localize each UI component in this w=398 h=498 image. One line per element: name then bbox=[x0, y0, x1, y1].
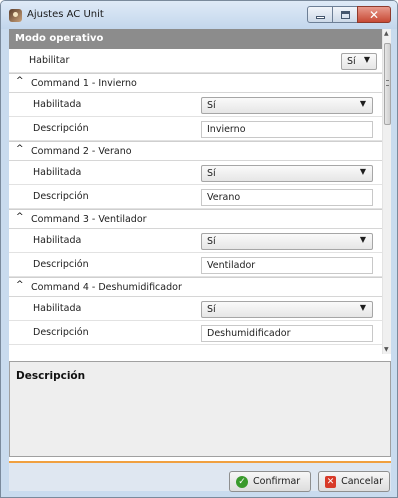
settings-window: Ajustes AC Unit ✕ Modo operativo Habilit… bbox=[0, 0, 398, 498]
property-grid: Modo operativo Habilitar Sí ▼ ^ Command … bbox=[9, 29, 391, 354]
habilitar-value: Sí bbox=[347, 56, 356, 67]
category-title: Command 2 - Verano bbox=[31, 146, 132, 157]
category-command-5-partial[interactable] bbox=[9, 345, 382, 354]
close-square-icon: ✕ bbox=[325, 475, 337, 488]
chevron-down-icon: ▼ bbox=[359, 167, 366, 176]
collapse-caret-icon: ^ bbox=[16, 280, 24, 290]
confirm-label: Confirmar bbox=[253, 476, 301, 487]
chevron-down-icon: ▼ bbox=[359, 99, 366, 108]
select-value: Sí bbox=[207, 168, 216, 179]
description-title: Descripción bbox=[16, 370, 86, 382]
habilitada-label: Habilitada bbox=[33, 303, 82, 314]
command-1-descripcion-row: Descripción Invierno bbox=[9, 117, 382, 141]
command-4-descripcion-input[interactable]: Deshumidificador bbox=[201, 325, 373, 342]
close-button[interactable]: ✕ bbox=[357, 6, 391, 23]
input-value: Deshumidificador bbox=[207, 328, 291, 339]
category-title: Command 1 - Invierno bbox=[31, 78, 137, 89]
input-value: Invierno bbox=[207, 124, 246, 135]
command-1-habilitada-select[interactable]: Sí ▼ bbox=[201, 97, 373, 114]
minimize-icon bbox=[316, 16, 325, 19]
command-4-habilitada-row: Habilitada Sí ▼ bbox=[9, 297, 382, 321]
property-grid-content: Modo operativo Habilitar Sí ▼ ^ Command … bbox=[9, 29, 382, 354]
collapse-caret-icon: ^ bbox=[16, 212, 24, 222]
habilitada-label: Habilitada bbox=[33, 235, 82, 246]
command-1-habilitada-row: Habilitada Sí ▼ bbox=[9, 93, 382, 117]
collapse-caret-icon: ^ bbox=[16, 144, 24, 154]
maximize-button[interactable] bbox=[332, 6, 358, 23]
select-value: Sí bbox=[207, 304, 216, 315]
window-title: Ajustes AC Unit bbox=[27, 9, 104, 20]
command-1-descripcion-input[interactable]: Invierno bbox=[201, 121, 373, 138]
habilitada-label: Habilitada bbox=[33, 167, 82, 178]
select-value: Sí bbox=[207, 100, 216, 111]
descripcion-label: Descripción bbox=[33, 191, 89, 202]
category-command-4[interactable]: ^ Command 4 - Deshumidificador bbox=[9, 277, 382, 297]
descripcion-label: Descripción bbox=[33, 259, 89, 270]
vertical-scrollbar[interactable]: ▲ ▼ bbox=[382, 29, 391, 354]
modo-operativo-header: Modo operativo bbox=[9, 29, 382, 49]
command-3-descripcion-input[interactable]: Ventilador bbox=[201, 257, 373, 274]
command-4-habilitada-select[interactable]: Sí ▼ bbox=[201, 301, 373, 318]
habilitada-label: Habilitada bbox=[33, 99, 82, 110]
maximize-icon bbox=[341, 11, 350, 19]
command-3-descripcion-row: Descripción Ventilador bbox=[9, 253, 382, 277]
grip-icon bbox=[386, 80, 389, 86]
app-icon bbox=[9, 9, 22, 22]
button-bar: ✓ Confirmar ✕ Cancelar bbox=[9, 461, 391, 492]
category-title: Command 3 - Ventilador bbox=[31, 214, 147, 225]
category-command-1[interactable]: ^ Command 1 - Invierno bbox=[9, 73, 382, 93]
minimize-button[interactable] bbox=[307, 6, 333, 23]
command-2-habilitada-row: Habilitada Sí ▼ bbox=[9, 161, 382, 185]
cancel-label: Cancelar bbox=[341, 476, 383, 487]
confirm-button[interactable]: ✓ Confirmar bbox=[229, 471, 311, 492]
habilitar-label: Habilitar bbox=[29, 55, 70, 66]
cancel-button[interactable]: ✕ Cancelar bbox=[318, 471, 390, 492]
habilitar-select[interactable]: Sí ▼ bbox=[341, 53, 377, 70]
input-value: Ventilador bbox=[207, 260, 256, 271]
chevron-down-icon: ▼ bbox=[359, 235, 366, 244]
scroll-up-icon[interactable]: ▲ bbox=[384, 30, 389, 37]
category-title: Command 4 - Deshumidificador bbox=[31, 282, 182, 293]
command-3-habilitada-select[interactable]: Sí ▼ bbox=[201, 233, 373, 250]
check-circle-icon: ✓ bbox=[236, 475, 248, 488]
input-value: Verano bbox=[207, 192, 241, 203]
collapse-caret-icon: ^ bbox=[16, 76, 24, 86]
command-3-habilitada-row: Habilitada Sí ▼ bbox=[9, 229, 382, 253]
scroll-down-icon[interactable]: ▼ bbox=[384, 346, 389, 353]
descripcion-label: Descripción bbox=[33, 123, 89, 134]
select-value: Sí bbox=[207, 236, 216, 247]
chevron-down-icon: ▼ bbox=[359, 303, 366, 312]
command-2-habilitada-select[interactable]: Sí ▼ bbox=[201, 165, 373, 182]
command-2-descripcion-input[interactable]: Verano bbox=[201, 189, 373, 206]
window-controls: ✕ bbox=[307, 6, 391, 24]
description-pane: Descripción bbox=[9, 361, 391, 457]
category-command-3[interactable]: ^ Command 3 - Ventilador bbox=[9, 209, 382, 229]
close-icon: ✕ bbox=[369, 8, 380, 22]
client-area: Modo operativo Habilitar Sí ▼ ^ Command … bbox=[9, 29, 391, 492]
habilitar-row: Habilitar Sí ▼ bbox=[9, 49, 382, 73]
descripcion-label: Descripción bbox=[33, 327, 89, 338]
category-command-2[interactable]: ^ Command 2 - Verano bbox=[9, 141, 382, 161]
command-4-descripcion-row: Descripción Deshumidificador bbox=[9, 321, 382, 345]
command-2-descripcion-row: Descripción Verano bbox=[9, 185, 382, 209]
scrollbar-thumb[interactable] bbox=[384, 43, 391, 125]
chevron-down-icon: ▼ bbox=[363, 55, 370, 64]
title-bar[interactable]: Ajustes AC Unit ✕ bbox=[1, 1, 397, 29]
